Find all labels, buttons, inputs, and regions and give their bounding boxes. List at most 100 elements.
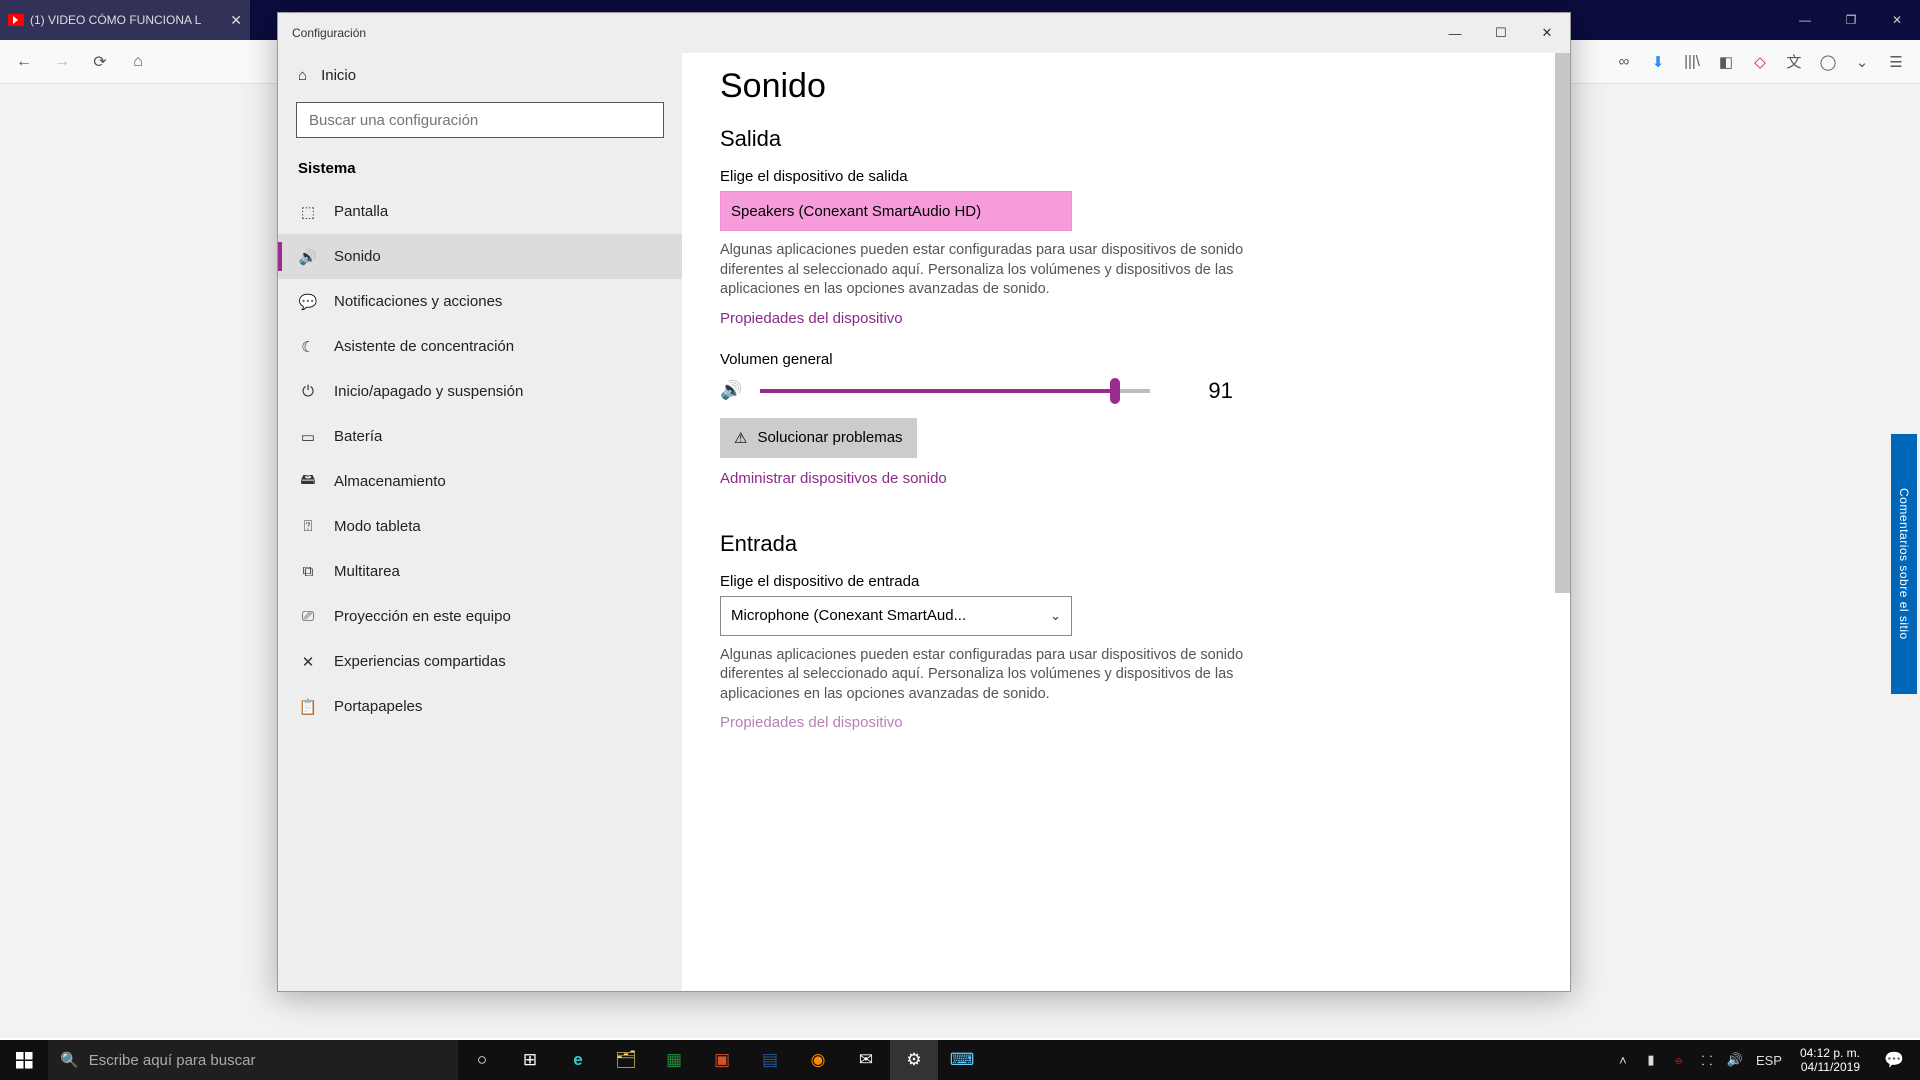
volume-slider[interactable] [760,379,1150,403]
mcafee-icon[interactable]: ⦵ [1668,1040,1690,1080]
feedback-tab[interactable]: Comentarios sobre el sitio [1891,434,1917,694]
sidebar-item-pantalla[interactable]: ⬚Pantalla [278,189,682,234]
input-device-label: Elige el dispositivo de entrada [720,573,1532,590]
library-icon[interactable]: |||\ [1682,52,1702,72]
settings-maximize-button[interactable]: ☐ [1478,13,1524,53]
tab-title: (1) VIDEO CÓMO FUNCIONA L [30,13,201,27]
scrollbar[interactable] [1555,53,1570,991]
sidebar-item-bater-a[interactable]: ▭ Batería [278,414,682,459]
explorer-icon[interactable]: 🗂 [602,1040,650,1080]
account-icon[interactable]: ◯ [1818,52,1838,72]
input-heading: Entrada [720,531,1532,557]
battery-icon[interactable]: ▮ [1640,1040,1662,1080]
shield-icon[interactable]: ◇ [1750,52,1770,72]
firefox-icon[interactable]: ◉ [794,1040,842,1080]
nav-icon: 💬 [298,292,318,312]
nav-label: Batería [334,428,382,445]
tray-chevron-icon[interactable]: ˄ [1612,1040,1634,1080]
device-properties-link[interactable]: Propiedades del dispositivo [720,310,903,327]
input-device-value: Microphone (Conexant SmartAud... [731,607,966,624]
volume-label: Volumen general [720,351,1532,368]
sidebar-item-experiencias-compartidas[interactable]: ✕ Experiencias compartidas [278,639,682,684]
download-icon[interactable]: ⬇ [1648,52,1668,72]
sidebar-item-notificaciones-y-acciones[interactable]: 💬 Notificaciones y acciones [278,279,682,324]
youtube-icon [8,14,24,26]
settings-title: Configuración [278,26,366,40]
taskbar-search[interactable]: 🔍 Escribe aquí para buscar [48,1040,458,1080]
translate-icon[interactable]: 文 [1784,52,1804,72]
start-button[interactable] [0,1040,48,1080]
sidebar-item-proyecci-n-en-este-equipo[interactable]: ⎚Proyección en este equipo [278,594,682,639]
scrollbar-thumb[interactable] [1555,53,1570,593]
nav-icon: ✕ [298,652,318,672]
forward-button[interactable]: → [46,46,78,78]
sidebar-item-inicio-apagado-y-suspensi-n[interactable]: ⏻ Inicio/apagado y suspensión [278,369,682,414]
taskbar: 🔍 Escribe aquí para buscar ○ ⊞ e 🗂 ▦ ▣ ▤… [0,1040,1920,1080]
sidebar-item-sonido[interactable]: 🔊Sonido [278,234,682,279]
sidebar-home[interactable]: ⌂ Inicio [278,53,682,94]
nav-label: Notificaciones y acciones [334,293,502,310]
nav-icon: ▭ [298,427,318,447]
volume-tray-icon[interactable]: 🔊 [1724,1040,1746,1080]
search-icon: 🔍 [60,1051,79,1069]
pocket-icon[interactable]: ⌄ [1852,52,1872,72]
browser-minimize-button[interactable]: — [1782,0,1828,40]
reload-button[interactable]: ⟳ [84,46,116,78]
sidebar-item-almacenamiento[interactable]: 🖴Almacenamiento [278,459,682,504]
browser-close-button[interactable]: ✕ [1874,0,1920,40]
taskbar-clock[interactable]: 04:12 p. m. 04/11/2019 [1792,1042,1868,1079]
nav-icon: 🔊 [298,247,318,267]
sidebar-item-modo-tableta[interactable]: ⍰Modo tableta [278,504,682,549]
troubleshoot-button[interactable]: ⚠ Solucionar problemas [720,418,917,458]
settings-close-button[interactable]: ✕ [1524,13,1570,53]
nav-icon: ⬚ [298,202,318,222]
back-button[interactable]: ← [8,46,40,78]
cortana-button[interactable]: ○ [458,1040,506,1080]
nav-label: Proyección en este equipo [334,608,511,625]
settings-sidebar: ⌂ Inicio 🔍 Sistema ⬚Pantalla🔊Sonido💬Noti… [278,53,682,991]
nav-icon: ⏻ [298,382,318,402]
input-device-properties-link[interactable]: Propiedades del dispositivo [720,714,903,731]
nav-label: Almacenamiento [334,473,446,490]
onscreen-keyboard-icon[interactable]: ⌨ [938,1040,986,1080]
edge-icon[interactable]: e [554,1040,602,1080]
browser-maximize-button[interactable]: ❐ [1828,0,1874,40]
powerpoint-icon[interactable]: ▣ [698,1040,746,1080]
home-label: Inicio [321,67,356,84]
settings-minimize-button[interactable]: — [1432,13,1478,53]
search-placeholder: Escribe aquí para buscar [89,1052,256,1069]
nav-label: Asistente de concentración [334,338,514,355]
infinity-icon[interactable]: ∞ [1614,52,1634,72]
language-indicator[interactable]: ESP [1752,1040,1786,1080]
settings-icon[interactable]: ⚙ [890,1040,938,1080]
sidebar-icon[interactable]: ◧ [1716,52,1736,72]
tab-close-icon[interactable]: ✕ [230,12,242,29]
settings-titlebar[interactable]: Configuración — ☐ ✕ [278,13,1570,53]
input-helper-text: Algunas aplicaciones pueden estar config… [720,646,1280,705]
task-view-button[interactable]: ⊞ [506,1040,554,1080]
settings-main: Sonido Salida Elige el dispositivo de sa… [682,53,1570,991]
excel-icon[interactable]: ▦ [650,1040,698,1080]
sidebar-item-multitarea[interactable]: ⧉Multitarea [278,549,682,594]
volume-icon[interactable]: 🔊 [720,380,742,401]
nav-label: Experiencias compartidas [334,653,506,670]
output-device-dropdown[interactable]: Speakers (Conexant SmartAudio HD) [720,191,1072,231]
nav-label: Inicio/apagado y suspensión [334,383,523,400]
action-center-button[interactable]: 💬 [1874,1050,1914,1070]
menu-icon[interactable]: ☰ [1886,52,1906,72]
word-icon[interactable]: ▤ [746,1040,794,1080]
sidebar-item-portapapeles[interactable]: 📋Portapapeles [278,684,682,729]
volume-value: 91 [1208,378,1232,404]
mail-icon[interactable]: ✉ [842,1040,890,1080]
output-helper-text: Algunas aplicaciones pueden estar config… [720,241,1280,300]
sidebar-category: Sistema [278,156,682,189]
settings-search-input[interactable] [296,102,664,138]
wifi-icon[interactable]: ⸬ [1696,1040,1718,1080]
browser-tab[interactable]: (1) VIDEO CÓMO FUNCIONA L ✕ [0,0,250,40]
input-device-dropdown[interactable]: Microphone (Conexant SmartAud... ⌄ [720,596,1072,636]
settings-window: Configuración — ☐ ✕ ⌂ Inicio 🔍 Sistema ⬚… [277,12,1571,992]
nav-icon: ☾ [298,337,318,357]
home-button[interactable]: ⌂ [122,46,154,78]
manage-devices-link[interactable]: Administrar dispositivos de sonido [720,470,947,487]
sidebar-item-asistente-de-concentraci-n[interactable]: ☾ Asistente de concentración [278,324,682,369]
